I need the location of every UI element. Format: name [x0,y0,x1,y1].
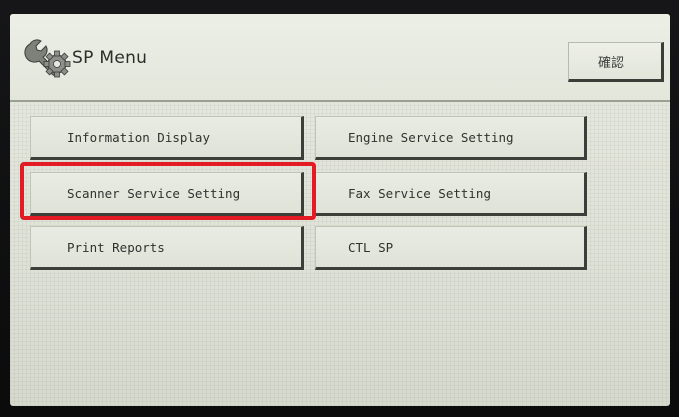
confirm-button[interactable]: 確認 [568,42,664,82]
menu-item-label: Engine Service Setting [348,129,514,145]
sp-menu-screen: SP Menu 確認 Information Display Engine Se… [10,14,670,406]
engine-service-setting-button[interactable]: Engine Service Setting [315,116,587,160]
menu-item-label: Scanner Service Setting [67,185,241,201]
menu-item-label: Fax Service Setting [348,185,491,201]
wrench-gear-icon [24,36,72,80]
ctl-sp-button[interactable]: CTL SP [315,226,587,270]
menu-item-label: CTL SP [348,239,394,255]
confirm-button-label: 確認 [597,55,624,71]
title-bar: SP Menu 確認 [10,14,670,102]
menu-item-label: Print Reports [67,239,165,255]
menu-item-label: Information Display [67,129,210,145]
page-title: SP Menu [72,48,148,68]
information-display-button[interactable]: Information Display [30,116,304,160]
print-reports-button[interactable]: Print Reports [30,226,304,270]
fax-service-setting-button[interactable]: Fax Service Setting [315,172,587,216]
scanner-service-setting-button[interactable]: Scanner Service Setting [30,172,304,216]
